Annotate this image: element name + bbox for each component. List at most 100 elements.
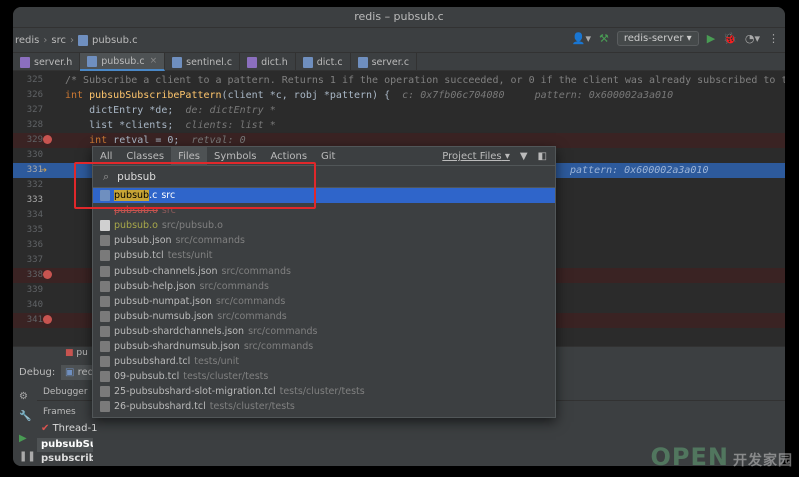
tab-files[interactable]: Files (171, 146, 208, 166)
file-name: 09-pubsub.tcl (114, 371, 180, 383)
breakpoint-icon[interactable] (43, 270, 52, 279)
navigation-bar: redis › src › pubsub.c 👤▾ ⚒ redis-server… (13, 27, 785, 53)
check-icon: ✔ (41, 423, 53, 434)
list-item[interactable]: pubsub.c src (93, 188, 555, 204)
tab-pubsub-c[interactable]: pubsub.c × (80, 53, 166, 71)
tab-server-h[interactable]: server.h (13, 53, 81, 71)
tab-sentinel-c[interactable]: sentinel.c (165, 53, 241, 71)
tab-all[interactable]: All (93, 147, 119, 166)
list-item[interactable]: 25-pubsubshard-slot-migration.tcl tests/c… (93, 384, 555, 399)
file-path: src/commands (175, 235, 245, 247)
code-line: 326 int pubsubSubscribePattern(client *c… (13, 88, 785, 103)
breadcrumb-project[interactable]: redis (15, 35, 39, 46)
object-file-icon (100, 220, 110, 232)
file-name: pubsub-numsub.json (114, 310, 214, 322)
breadcrumb-folder[interactable]: src (51, 35, 66, 46)
line-number: 332 (26, 180, 43, 190)
coverage-icon[interactable]: ◔▾ (745, 32, 760, 45)
list-item[interactable]: pubsub-numpat.json src/commands (93, 294, 555, 309)
thread-select[interactable]: ✔ Thread-1 (37, 421, 102, 436)
tab-symbols[interactable]: Symbols (207, 147, 263, 166)
frames-label: Frames (43, 407, 76, 417)
list-item[interactable]: pubsub.tcl tests/unit (93, 248, 555, 263)
resume-icon[interactable]: ▶ (19, 433, 27, 444)
hammer-build-icon[interactable]: ⚒ (599, 32, 609, 45)
code-line: 325 /* Subscribe a client to a pattern. … (13, 73, 785, 88)
list-item[interactable]: pubsub-numsub.json src/commands (93, 309, 555, 324)
match-highlight: pubsub (114, 190, 150, 202)
settings-icon[interactable]: ⚙ (19, 391, 28, 402)
list-item[interactable]: pubsubshard.tcl tests/unit (93, 354, 555, 369)
list-item[interactable]: pubsub.json src/commands (93, 233, 555, 248)
breakpoint-icon[interactable] (43, 315, 52, 324)
code-rest: list *clients; (65, 120, 174, 131)
file-name: 25-pubsubshard-slot-migration.tcl (114, 386, 276, 398)
code-rest: retval = 0; (113, 135, 180, 146)
run-icon[interactable]: ▶ (707, 32, 715, 45)
tcl-file-icon (100, 371, 110, 383)
tab-classes[interactable]: Classes (119, 147, 171, 166)
tab-label: dict.h (261, 56, 288, 68)
file-path: src/commands (215, 295, 286, 307)
debug-icon[interactable]: 🐞 (723, 32, 737, 45)
breadcrumb-file[interactable]: pubsub.c (92, 35, 138, 46)
function-name: pubsubSubscribePattern (89, 90, 222, 101)
wrench-icon[interactable]: 🔧 (19, 411, 31, 422)
h-file-icon (247, 56, 258, 68)
code-line: 327 dictEntry *de; de: dictEntry * (13, 103, 785, 118)
code-text: /* Subscribe a client to a pattern. Retu… (65, 75, 785, 86)
tab-actions[interactable]: Actions (264, 147, 315, 166)
breakpoint-icon[interactable] (43, 135, 52, 144)
search-scope-tabs: All Classes Files Symbols Actions Git Pr… (93, 146, 555, 166)
list-item[interactable]: pubsub-shardchannels.json src/commands (93, 324, 555, 339)
line-number: 338 (26, 270, 43, 280)
search-row: ⌕ (93, 166, 555, 188)
popup-tools: Project Files ▾ ▼ ◧ (442, 147, 547, 166)
tab-label: dict.c (316, 56, 343, 68)
thread-label: Thread-1 (52, 423, 98, 434)
editor-breadcrumb-footer: ■ pu (65, 348, 88, 362)
tab-server-c[interactable]: server.c (351, 53, 418, 71)
line-number: 331 (26, 165, 43, 175)
list-item[interactable]: pubsub.o src (93, 203, 555, 218)
frame-item-selected[interactable]: pubsubSub (37, 438, 93, 452)
line-number: 326 (26, 90, 43, 100)
tab-dict-c[interactable]: dict.c (296, 53, 351, 71)
user-icon[interactable]: 👤▾ (572, 32, 591, 45)
list-item[interactable]: 26-pubsubshard.tcl tests/cluster/tests (93, 399, 555, 414)
line-number: 337 (26, 255, 43, 265)
inline-debug-value: de: dictEntry * (173, 105, 276, 116)
frame-item[interactable]: psubscribe (37, 452, 93, 466)
inline-debug-value: clients: list * (173, 120, 276, 131)
list-item[interactable]: pubsub-shardnumsub.json src/commands (93, 339, 555, 354)
list-item[interactable]: pubsub-channels.json src/commands (93, 263, 555, 278)
h-file-icon (20, 56, 30, 68)
list-item[interactable]: 09-pubsub.tcl tests/cluster/tests (93, 369, 555, 384)
list-item[interactable]: pubsub.o src/pubsub.o (93, 218, 555, 233)
open-in-window-icon[interactable]: ◧ (538, 151, 547, 162)
tab-git[interactable]: Git (314, 147, 342, 166)
filter-icon[interactable]: ▼ (520, 151, 528, 162)
json-file-icon (100, 235, 110, 247)
run-configuration-select[interactable]: redis-server ▾ (616, 31, 699, 46)
line-number: 327 (26, 105, 43, 115)
file-path: tests/cluster/tests (183, 371, 269, 383)
list-item[interactable]: pubsub-help.json src/commands (93, 279, 555, 294)
line-number: 330 (26, 150, 43, 160)
tab-dict-h[interactable]: dict.h (240, 53, 296, 71)
line-number: 335 (26, 225, 43, 235)
file-name: pubsub.o (114, 205, 158, 217)
project-files-dropdown[interactable]: Project Files ▾ (442, 151, 510, 162)
line-number: 341 (26, 315, 43, 325)
file-path: tests/unit (194, 356, 240, 368)
c-file-icon (302, 56, 313, 68)
execution-point-arrow-icon: ➔ (41, 165, 48, 176)
more-icon[interactable]: ⋮ (768, 32, 779, 45)
search-input[interactable] (117, 170, 418, 183)
line-number: 333 (26, 195, 43, 205)
keyword: int (65, 90, 90, 101)
close-icon[interactable]: × (150, 56, 158, 66)
code-line: 328 list *clients; clients: list * (13, 118, 785, 133)
pause-icon[interactable]: ❚❚ (19, 451, 36, 462)
function-icon: ■ (65, 348, 77, 358)
